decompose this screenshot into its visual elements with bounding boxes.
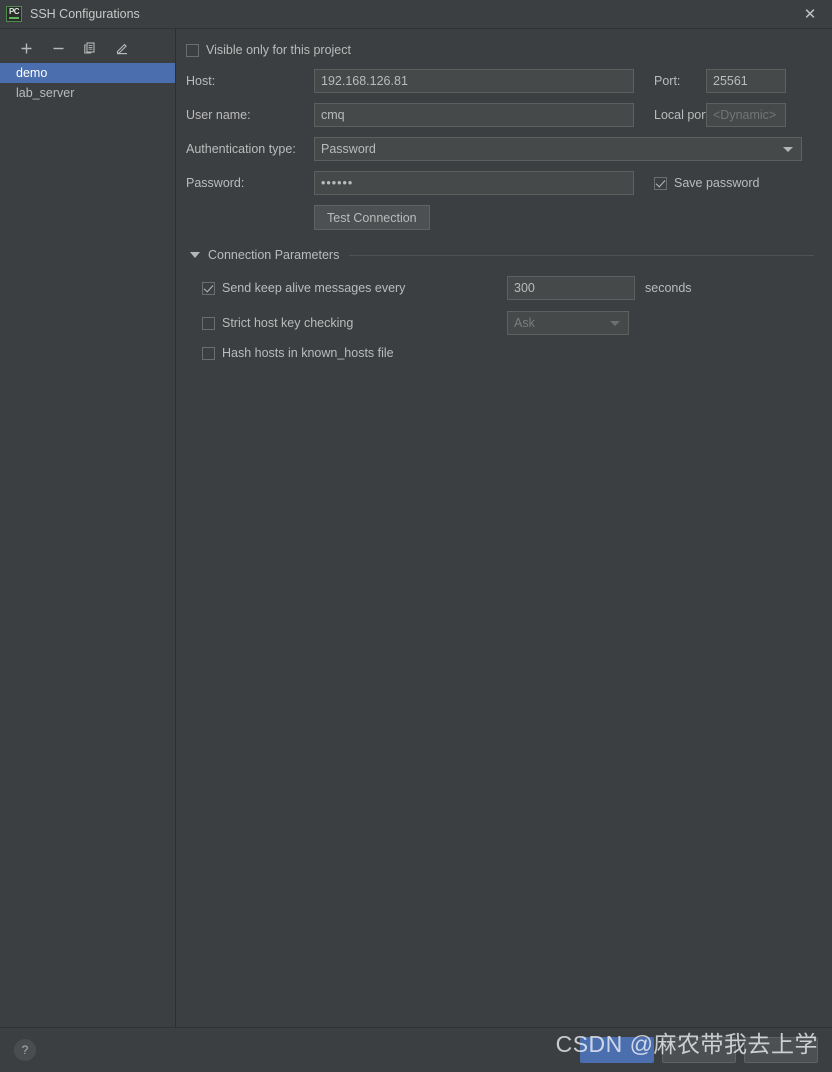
- footer-actions: [580, 1036, 818, 1063]
- section-divider: [349, 254, 814, 256]
- dialog-footer: ? CSDN @麻农带我去上学: [0, 1027, 832, 1071]
- hash-hosts-row: Hash hosts in known_hosts file: [186, 346, 814, 360]
- save-password-label: Save password: [674, 176, 760, 190]
- list-item[interactable]: demo: [0, 63, 175, 83]
- keep-alive-input[interactable]: [507, 276, 635, 300]
- strict-host-label: Strict host key checking: [222, 316, 354, 330]
- checkbox-box: [654, 176, 667, 190]
- username-input[interactable]: [314, 103, 634, 127]
- save-password-checkbox[interactable]: Save password: [654, 176, 759, 190]
- configurations-sidebar: demo lab_server: [0, 29, 176, 1027]
- checkbox-box: [186, 43, 199, 57]
- checkbox-box: [202, 316, 215, 330]
- username-label: User name:: [186, 108, 251, 122]
- connection-parameters-title: Connection Parameters: [208, 248, 340, 262]
- list-item[interactable]: lab_server: [0, 83, 175, 103]
- configuration-list[interactable]: demo lab_server: [0, 63, 175, 103]
- page-title: SSH Configurations: [30, 7, 140, 21]
- add-icon[interactable]: [18, 40, 34, 56]
- keep-alive-checkbox[interactable]: Send keep alive messages every: [202, 281, 507, 295]
- cancel-button[interactable]: [662, 1036, 736, 1063]
- port-label: Port:: [654, 74, 681, 88]
- strict-host-row: Strict host key checking Ask: [186, 311, 814, 335]
- auth-type-label: Authentication type:: [186, 142, 296, 156]
- auth-type-select[interactable]: Password: [314, 137, 802, 161]
- hash-hosts-label: Hash hosts in known_hosts file: [222, 346, 394, 360]
- copy-icon[interactable]: [82, 40, 98, 56]
- test-connection-button[interactable]: Test Connection: [314, 205, 430, 230]
- dialog-content: demo lab_server Visible only for this pr…: [0, 29, 832, 1027]
- connection-parameters-section-header[interactable]: Connection Parameters: [190, 248, 814, 262]
- strict-host-value: Ask: [514, 316, 535, 330]
- checkbox-box: [202, 281, 215, 295]
- chevron-down-icon: [783, 147, 793, 152]
- keep-alive-unit-label: seconds: [645, 281, 692, 295]
- pycharm-logo-icon: PC: [6, 6, 22, 22]
- configuration-form: Visible only for this project Host: Port…: [176, 29, 832, 1027]
- host-label: Host:: [186, 74, 216, 88]
- strict-host-select[interactable]: Ask: [507, 311, 629, 335]
- visible-only-label: Visible only for this project: [206, 43, 351, 57]
- title-bar: PC SSH Configurations ✕: [0, 0, 832, 29]
- local-port-input[interactable]: [706, 103, 786, 127]
- chevron-down-icon: [610, 321, 620, 326]
- password-label: Password:: [186, 176, 245, 190]
- hash-hosts-checkbox[interactable]: Hash hosts in known_hosts file: [202, 346, 507, 360]
- auth-type-value: Password: [321, 142, 376, 156]
- close-icon[interactable]: ✕: [788, 0, 832, 28]
- help-icon[interactable]: ?: [14, 1038, 36, 1061]
- sidebar-toolbar: [0, 35, 175, 61]
- port-input[interactable]: [706, 69, 786, 93]
- host-input[interactable]: [314, 69, 634, 93]
- ok-button[interactable]: [580, 1036, 654, 1063]
- keep-alive-row: Send keep alive messages every seconds: [186, 276, 814, 300]
- checkbox-box: [202, 346, 215, 360]
- apply-button[interactable]: [744, 1036, 818, 1063]
- strict-host-checkbox[interactable]: Strict host key checking: [202, 316, 507, 330]
- visible-only-checkbox[interactable]: Visible only for this project: [186, 43, 351, 57]
- keep-alive-label: Send keep alive messages every: [222, 281, 406, 295]
- collapse-triangle-icon[interactable]: [190, 252, 200, 258]
- edit-pencil-icon[interactable]: [114, 40, 130, 56]
- remove-icon[interactable]: [50, 40, 66, 56]
- local-port-label: Local port:: [654, 108, 713, 122]
- password-input[interactable]: [314, 171, 634, 195]
